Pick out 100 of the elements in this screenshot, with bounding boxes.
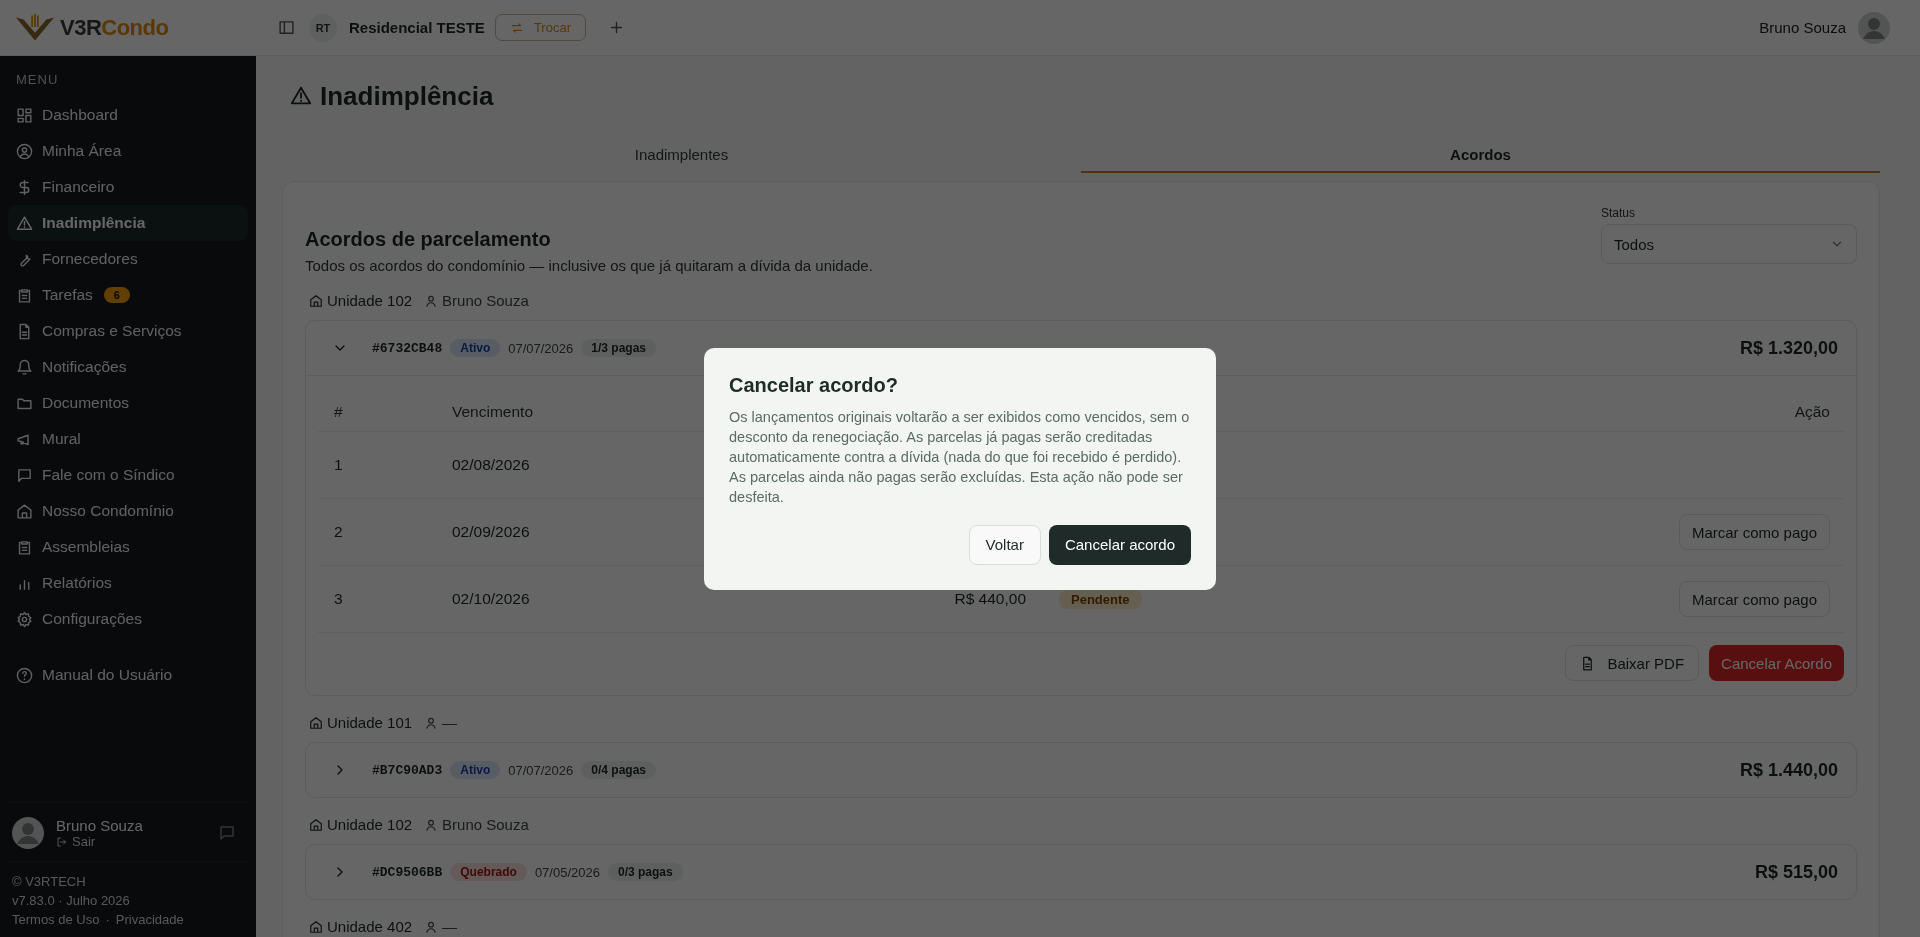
confirm-cancel-button[interactable]: Cancelar acordo (1048, 524, 1191, 565)
sidebar-item[interactable]: Fale com o Síndico (8, 457, 248, 493)
table-cell: 1 (334, 456, 343, 474)
gear-icon (16, 610, 33, 628)
chat-icon (16, 466, 33, 484)
paid-count-tag: 0/4 pagas (581, 761, 656, 779)
sidebar-item[interactable]: Nosso Condomínio (8, 493, 248, 529)
footer-link[interactable]: Termos de Uso (12, 910, 100, 929)
status-tag: Quebrado (450, 863, 527, 881)
table-cell: 2 (334, 523, 343, 541)
grid-icon (16, 106, 33, 124)
mark-paid-button[interactable]: Marcar como pago (1678, 581, 1830, 617)
column-header: Vencimento (452, 403, 533, 421)
paid-count-tag: 0/3 pagas (607, 863, 683, 881)
menu-label: MENU (15, 72, 60, 89)
dialog-title: Cancelar acordo? (729, 373, 899, 397)
pending-tag: Pendente (1059, 589, 1142, 609)
sidebar-item[interactable]: Financeiro (8, 169, 248, 205)
unit-label: Unidade 102 (309, 292, 413, 309)
table-cell: 02/10/2026 (452, 590, 530, 608)
status-tag: Ativo (450, 339, 501, 357)
person-icon (424, 817, 439, 832)
sidebar-item[interactable]: Configurações (8, 601, 248, 637)
sidebar-item[interactable]: Documentos (8, 385, 248, 421)
status-select[interactable]: Todos (1601, 224, 1857, 264)
status-tag: Ativo (450, 761, 501, 779)
table-cell: R$ 440,00 (954, 590, 1026, 608)
agreement-total: R$ 515,00 (1754, 861, 1838, 883)
unit-label: Unidade 102 (309, 816, 413, 833)
house-icon (16, 502, 33, 520)
avatar-icon (12, 817, 44, 849)
clipboard-icon (16, 286, 33, 304)
agreement-total: R$ 1.320,00 (1739, 337, 1838, 359)
sidebar-item[interactable]: Tarefas 6 (8, 277, 248, 313)
footer-link[interactable]: Privacidade (115, 910, 184, 929)
unit-label: Unidade 101 (309, 714, 413, 731)
swap-icon (509, 20, 524, 35)
filter-label: Status (1601, 206, 1637, 220)
sidebar-item[interactable]: Notificações (8, 349, 248, 385)
house-icon (309, 817, 323, 832)
brand-name: V3RCondo (60, 14, 169, 41)
logout-icon (56, 835, 68, 848)
clipboard-icon (16, 538, 33, 556)
resident-label: — (424, 918, 458, 935)
tab[interactable]: Acordos (1081, 136, 1880, 173)
sidebar-item[interactable]: Manual do Usuário (8, 657, 248, 693)
agreement-date: 07/07/2026 (508, 762, 574, 778)
resident-label: — (424, 714, 458, 731)
house-icon (309, 919, 323, 934)
help-icon (16, 666, 33, 684)
sidebar-item[interactable]: Minha Área (8, 133, 248, 169)
table-cell: 02/08/2026 (452, 456, 530, 474)
logo-icon (14, 12, 56, 43)
switch-button[interactable]: Trocar (494, 14, 586, 41)
resident-label: Bruno Souza (424, 292, 529, 309)
sidebar-item[interactable]: Relatórios (8, 565, 248, 601)
sidebar-item[interactable]: Assembleias (8, 529, 248, 565)
house-icon (309, 293, 323, 308)
card-title: Acordos de parcelamento (305, 228, 552, 251)
table-cell: 3 (334, 590, 343, 608)
agreement-total: R$ 1.440,00 (1739, 759, 1838, 781)
column-header: Ação (1794, 403, 1830, 421)
sidebar-item[interactable]: Fornecedores (8, 241, 248, 277)
logout-link[interactable]: Sair (56, 834, 206, 849)
agreement-date: 07/05/2026 (534, 864, 600, 880)
dialog-message: Os lançamentos originais voltarão a ser exibidos como vencidos, sem o desconto da renegociação. As parcelas já pagas serão creditadas automaticamente contra a dívida (nada do que foi recebido é perdido). As parcelas ainda não pagas serão excluídas. Esta ação não pode ser desfeita. (729, 407, 1191, 507)
person-icon (424, 919, 439, 934)
bell-icon (16, 358, 33, 376)
back-button[interactable]: Voltar (968, 524, 1041, 565)
condo-name: Residencial TESTE (349, 19, 485, 36)
unit-label: Unidade 402 (309, 918, 413, 935)
mark-paid-button[interactable]: Marcar como pago (1678, 514, 1830, 550)
paid-count-tag: 1/3 pagas (581, 339, 656, 357)
user-name: Bruno Souza (56, 817, 144, 834)
tab[interactable]: Inadimplentes (282, 136, 1081, 173)
sidebar-item[interactable]: Compras e Serviços (8, 313, 248, 349)
sidebar-item[interactable]: Dashboard (8, 97, 248, 133)
copyright-text: © V3RTECH (12, 873, 87, 891)
column-header: # (334, 403, 343, 421)
warning-icon (16, 214, 33, 232)
table-cell: 02/09/2026 (452, 523, 530, 541)
avatar-icon[interactable] (1858, 11, 1890, 44)
page-title: Inadimplência (320, 80, 494, 112)
condo-avatar: RT (309, 13, 337, 42)
version-text: v7.83.0 · Julho 2026 (12, 892, 131, 910)
sidebar-item[interactable]: Mural (8, 421, 248, 457)
resident-label: Bruno Souza (424, 816, 529, 833)
person-icon (424, 293, 439, 308)
sidebar-toggle-icon[interactable] (278, 19, 295, 36)
cancel-agreement-button[interactable]: Cancelar Acordo (1709, 645, 1844, 681)
card-subtitle: Todos os acordos do condomínio — inclusive os que já quitaram a dívida da unidade. (305, 257, 873, 274)
agreement-code: #DC9506BB (372, 864, 443, 880)
separator-dot: · (105, 911, 110, 929)
agreement-date: 07/07/2026 (508, 340, 574, 356)
count-badge: 6 (103, 287, 130, 303)
download-pdf-button[interactable]: Baixar PDF (1565, 645, 1700, 681)
user-name[interactable]: Bruno Souza (1759, 19, 1846, 36)
person-icon (424, 715, 439, 730)
sidebar-item[interactable]: Inadimplência (8, 205, 248, 241)
warning-icon (290, 85, 312, 107)
